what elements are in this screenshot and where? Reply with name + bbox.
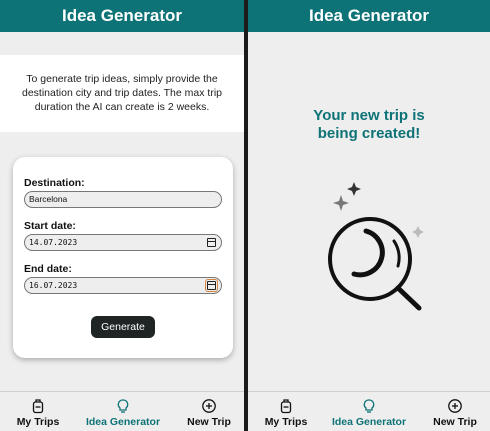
app-stage: Idea Generator To generate trip ideas, s…: [0, 0, 490, 431]
sparkle-icon: [333, 195, 349, 211]
lightbulb-icon: [117, 399, 129, 413]
start-date-value: 14.07.2023: [29, 238, 78, 247]
luggage-icon: [280, 399, 292, 414]
luggage-icon: [32, 399, 44, 414]
end-date-input[interactable]: 16.07.2023: [24, 277, 222, 294]
tab-label: Idea Generator: [85, 416, 161, 428]
end-date-label: End date:: [24, 263, 72, 275]
intro-text: To generate trip ideas, simply provide t…: [22, 73, 222, 113]
status-line: Your new trip is: [313, 107, 425, 124]
intro-panel: To generate trip ideas, simply provide t…: [0, 55, 244, 132]
status-line: being created!: [317, 125, 421, 142]
trip-form-card: Destination: Barcelona Start date: 14.07…: [13, 157, 233, 358]
calendar-icon[interactable]: [207, 238, 216, 247]
form-screen: Idea Generator To generate trip ideas, s…: [0, 0, 244, 431]
sparkle-icon: [412, 226, 424, 238]
tab-my-trips[interactable]: My Trips: [258, 398, 314, 428]
tab-label: My Trips: [16, 416, 60, 428]
tab-idea-generator[interactable]: Idea Generator: [84, 398, 162, 428]
bottom-tab-bar: My Trips Idea Generator New Trip: [248, 391, 490, 431]
page-title: Idea Generator: [248, 0, 490, 32]
bottom-tab-bar: My Trips Idea Generator New Trip: [0, 391, 244, 431]
generate-button[interactable]: Generate: [91, 316, 155, 338]
tab-label: Idea Generator: [331, 416, 407, 428]
end-date-value: 16.07.2023: [29, 281, 78, 290]
tab-my-trips[interactable]: My Trips: [10, 398, 66, 428]
page-title: Idea Generator: [0, 0, 244, 32]
tab-label: New Trip: [433, 416, 477, 428]
destination-value: Barcelona: [29, 194, 68, 204]
tab-idea-generator[interactable]: Idea Generator: [330, 398, 408, 428]
loading-screen: Idea Generator Your new trip is being cr…: [248, 0, 490, 431]
calendar-icon[interactable]: [205, 279, 218, 292]
destination-label: Destination:: [24, 177, 85, 189]
plus-circle-icon: [448, 399, 462, 413]
sparkle-icon: [347, 182, 361, 196]
start-date-input[interactable]: 14.07.2023: [24, 234, 222, 251]
tab-new-trip[interactable]: New Trip: [184, 398, 234, 428]
tab-label: My Trips: [264, 416, 308, 428]
status-message: Your new trip is being created!: [248, 107, 490, 143]
tab-new-trip[interactable]: New Trip: [430, 398, 480, 428]
destination-input[interactable]: Barcelona: [24, 191, 222, 208]
start-date-label: Start date:: [24, 220, 76, 232]
tab-label: New Trip: [187, 416, 231, 428]
magnifier-sparkle-icon: [328, 182, 424, 311]
lightbulb-icon: [363, 399, 375, 413]
plus-circle-icon: [202, 399, 216, 413]
